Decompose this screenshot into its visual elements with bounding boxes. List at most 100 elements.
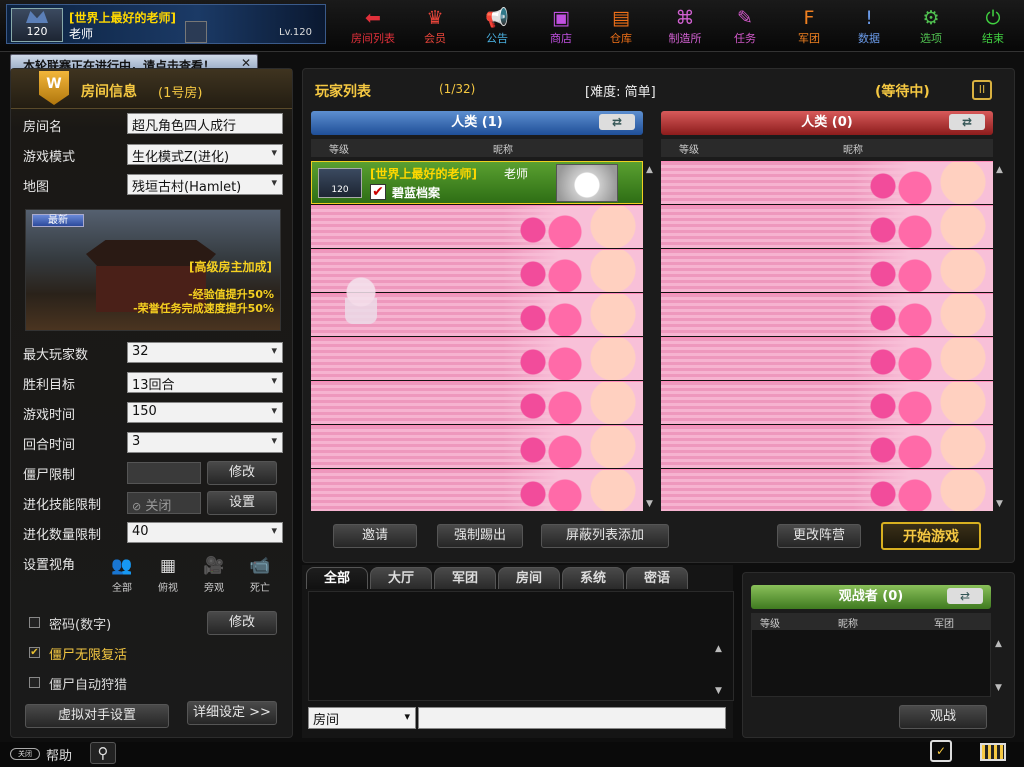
- chat-tab[interactable]: 系统: [562, 567, 624, 589]
- nav-mission-icon: ✎: [737, 7, 753, 29]
- change-team-button[interactable]: 更改阵营: [777, 524, 861, 548]
- empty-slot[interactable]: [311, 337, 643, 380]
- film-icon[interactable]: [980, 743, 1006, 761]
- nav-exit-button[interactable]: ⏻ 结束: [964, 4, 1022, 48]
- nav-vip-button[interactable]: ♛ 会员: [406, 4, 464, 48]
- block-list-button[interactable]: 屏蔽列表添加: [541, 524, 669, 548]
- room-info-title: 房间信息: [81, 84, 137, 100]
- scroll-up-icon[interactable]: ▲: [995, 639, 1002, 649]
- zombie-respawn-checkbox[interactable]: ✔: [29, 647, 40, 658]
- kick-button[interactable]: 强制踢出: [437, 524, 523, 548]
- game-mode-select[interactable]: 生化模式Z(进化): [127, 144, 283, 165]
- view-option[interactable]: 🎥 旁观: [195, 555, 233, 594]
- col-clan: 军团: [934, 619, 954, 630]
- nav-announce-button[interactable]: 📢 公告: [468, 4, 526, 48]
- player-row[interactable]: 120 [世界上最好的老师] 老师 ✔ 碧蓝档案: [311, 161, 643, 204]
- spectator-list: 等级 昵称 军团: [751, 613, 991, 697]
- nav-shop-icon: ▣: [552, 7, 570, 29]
- scroll-down-icon[interactable]: ▼: [995, 683, 1002, 693]
- scroll-up-icon[interactable]: ▲: [715, 644, 722, 654]
- nav-craft-label: 制造所: [668, 32, 702, 45]
- nav-craft-button[interactable]: ⌘ 制造所: [656, 4, 714, 48]
- team-human-header: 人类 (1) ⇄: [311, 111, 643, 135]
- spectate-button[interactable]: 观战: [899, 705, 987, 729]
- max-players-select[interactable]: 32: [127, 342, 283, 363]
- chat-tab[interactable]: 全部: [306, 567, 368, 589]
- nav-data-button[interactable]: ! 数据: [840, 4, 898, 48]
- nav-options-label: 选项: [920, 32, 942, 45]
- nav-options-icon: ⚙: [922, 7, 940, 29]
- win-target-select[interactable]: 13回合: [127, 372, 283, 393]
- nav-clan-button[interactable]: F 军团: [780, 4, 838, 48]
- map-select[interactable]: 残垣古村(Hamlet): [127, 174, 283, 195]
- invite-button[interactable]: 邀请: [333, 524, 417, 548]
- round-time-select[interactable]: 3: [127, 432, 283, 453]
- chat-input[interactable]: [418, 707, 726, 729]
- host-bonus-honor: -荣誉任务完成速度提升50%: [133, 302, 274, 315]
- nav-storage-label: 仓库: [610, 32, 632, 45]
- nav-announce-icon: 📢: [485, 7, 509, 29]
- nav-shop-button[interactable]: ▣ 商店: [532, 4, 590, 48]
- top-bar: 120 [世界上最好的老师] 老师 Lv.120 ⬅ 房间列表 ♛ 会员 📢 公告 ▣ 商店 ▤…: [0, 0, 1024, 52]
- player-name: 老师: [504, 167, 529, 181]
- chat-tab[interactable]: 房间: [498, 567, 560, 589]
- calendar-icon[interactable]: ✓: [930, 740, 952, 762]
- empty-slot[interactable]: [661, 161, 993, 204]
- scroll-down-icon[interactable]: ▼: [715, 686, 722, 696]
- nav-exit-icon: ⏻: [985, 7, 1001, 29]
- chat-tab[interactable]: 军团: [434, 567, 496, 589]
- view-option[interactable]: 👥 全部: [103, 555, 141, 594]
- empty-slot[interactable]: [661, 381, 993, 424]
- empty-slot[interactable]: [311, 205, 643, 248]
- pause-icon[interactable]: II: [972, 80, 992, 100]
- team-zombie-header: 人类 (0) ⇄: [661, 111, 993, 135]
- nav-clan-label: 军团: [798, 32, 820, 45]
- nav-storage-button[interactable]: ▤ 仓库: [592, 4, 650, 48]
- profile-card[interactable]: 120 [世界上最好的老师] 老师 Lv.120: [6, 4, 326, 44]
- scroll-down-icon[interactable]: ▼: [996, 499, 1003, 509]
- evo-skill-status: 关闭: [145, 499, 172, 514]
- empty-slot[interactable]: [311, 381, 643, 424]
- help-link[interactable]: 帮助: [46, 745, 72, 764]
- scroll-down-icon[interactable]: ▼: [646, 499, 653, 509]
- empty-slot[interactable]: [661, 293, 993, 336]
- nav-options-button[interactable]: ⚙ 选项: [902, 4, 960, 48]
- view-option[interactable]: ▦ 俯视: [149, 555, 187, 594]
- evo-count-select[interactable]: 40: [127, 522, 283, 543]
- empty-slot[interactable]: [311, 425, 643, 468]
- password-checkbox[interactable]: [29, 617, 40, 628]
- view-option[interactable]: 📹 死亡: [241, 555, 279, 594]
- swap-team-icon[interactable]: ⇄: [599, 114, 635, 130]
- empty-slot[interactable]: [661, 249, 993, 292]
- nav-room-list-button[interactable]: ⬅ 房间列表: [344, 4, 402, 48]
- start-game-button[interactable]: 开始游戏: [881, 522, 981, 550]
- empty-slot[interactable]: [311, 469, 643, 511]
- room-name-input[interactable]: 超凡角色四人成行: [127, 113, 283, 134]
- col-level: 等级: [329, 145, 349, 156]
- toggle-switch[interactable]: 关闭: [10, 748, 40, 760]
- nav-mission-button[interactable]: ✎ 任务: [716, 4, 774, 48]
- chat-scope-select[interactable]: 房间: [308, 707, 416, 729]
- empty-slot[interactable]: [661, 337, 993, 380]
- nav-storage-icon: ▤: [612, 7, 630, 29]
- game-time-select[interactable]: 150: [127, 402, 283, 423]
- empty-slot[interactable]: [661, 469, 993, 511]
- chat-tab[interactable]: 大厅: [370, 567, 432, 589]
- col-nick: 昵称: [838, 619, 858, 630]
- swap-team-icon[interactable]: ⇄: [947, 588, 983, 604]
- chat-panel: 全部 大厅 军团 房间 系统 密语 ▲ ▼ 房间: [302, 565, 734, 738]
- scroll-up-icon[interactable]: ▲: [646, 165, 653, 175]
- evo-skill-set-button[interactable]: 设置: [207, 491, 277, 515]
- profile-name: 老师: [69, 27, 94, 41]
- password-edit-button[interactable]: 修改: [207, 611, 277, 635]
- empty-slot[interactable]: [661, 205, 993, 248]
- bot-settings-button[interactable]: 虚拟对手设置: [25, 704, 169, 728]
- zombie-hunt-checkbox[interactable]: [29, 677, 40, 688]
- empty-slot[interactable]: [661, 425, 993, 468]
- chat-tab[interactable]: 密语: [626, 567, 688, 589]
- swap-team-icon[interactable]: ⇄: [949, 114, 985, 130]
- scroll-up-icon[interactable]: ▲: [996, 165, 1003, 175]
- zombie-limit-edit-button[interactable]: 修改: [207, 461, 277, 485]
- search-icon[interactable]: ⚲: [90, 742, 116, 764]
- detail-settings-button[interactable]: 详细设定 >>: [187, 701, 277, 725]
